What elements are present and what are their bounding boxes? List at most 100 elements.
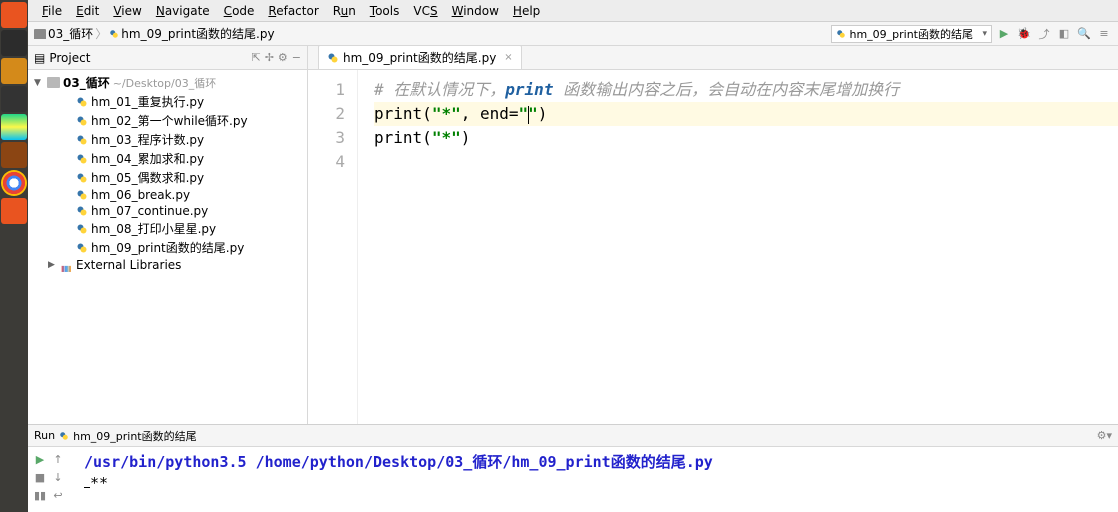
ide-window: File Edit View Navigate Code Refactor Ru… (28, 0, 1118, 512)
python-file-icon (76, 134, 88, 146)
external-libs-label: External Libraries (76, 258, 181, 272)
python-file-icon (327, 52, 339, 64)
menu-view[interactable]: View (107, 2, 147, 20)
code-content[interactable]: # 在默认情况下，print 函数输出内容之后，会自动在内容末尾增加换行 pri… (358, 70, 1118, 424)
editor-area: hm_09_print函数的结尾.py × 1 2 3 4 # 在默认情况下，p… (308, 46, 1118, 424)
toolbar-icon[interactable]: ⤴ (1036, 26, 1052, 42)
tree-root-label: 03_循环 (63, 74, 110, 91)
wrap-icon[interactable]: ↩ (50, 487, 66, 503)
breadcrumb-folder[interactable]: 03_循环 (48, 25, 93, 42)
menu-refactor[interactable]: Refactor (262, 2, 324, 20)
launcher-terminal-icon[interactable] (1, 30, 27, 56)
breadcrumb: 03_循环 〉 hm_09_print函数的结尾.py (34, 25, 275, 42)
rerun-button[interactable]: ▶ (32, 451, 48, 467)
menu-navigate[interactable]: Navigate (150, 2, 216, 20)
line-number: 1 (308, 78, 345, 102)
run-config-label: hm_09_print函数的结尾 (849, 26, 973, 42)
run-panel-title: Run (34, 429, 55, 442)
menu-vcs[interactable]: VCS (407, 2, 443, 20)
project-pane-icon: ▤ (34, 51, 45, 65)
tree-file[interactable]: hm_03_程序计数.py (28, 130, 307, 149)
tree-file[interactable]: hm_06_break.py (28, 187, 307, 203)
down-icon[interactable]: ↓ (50, 469, 66, 485)
menu-window[interactable]: Window (446, 2, 505, 20)
file-label: hm_08_打印小星星.py (91, 220, 216, 237)
pause-icon[interactable]: ▮▮ (32, 487, 48, 503)
launcher-chrome-icon[interactable] (1, 170, 27, 196)
run-toolbar: ▶ ↑ ■ ↓ ▮▮ ↩ (28, 447, 76, 512)
tree-file[interactable]: hm_04_累加求和.py (28, 149, 307, 168)
libraries-icon (61, 260, 73, 270)
debug-button[interactable]: 🐞 (1016, 26, 1032, 42)
code-editor[interactable]: 1 2 3 4 # 在默认情况下，print 函数输出内容之后，会自动在内容末尾… (308, 70, 1118, 424)
code-line[interactable]: # 在默认情况下，print 函数输出内容之后，会自动在内容末尾增加换行 (374, 78, 1118, 102)
folder-icon (47, 77, 60, 88)
line-number: 3 (308, 126, 345, 150)
run-output[interactable]: /usr/bin/python3.5 /home/python/Desktop/… (76, 447, 1118, 512)
up-icon[interactable]: ↑ (50, 451, 66, 467)
file-label: hm_05_偶数求和.py (91, 169, 204, 186)
python-file-icon (76, 172, 88, 184)
settings-icon[interactable]: ✢ (265, 51, 274, 64)
search-button[interactable]: 🔍 (1076, 26, 1092, 42)
toolbar-icon[interactable]: ◧ (1056, 26, 1072, 42)
python-file-icon (109, 29, 119, 39)
menu-code[interactable]: Code (218, 2, 261, 20)
editor-tab[interactable]: hm_09_print函数的结尾.py × (318, 45, 522, 69)
menu-tools[interactable]: Tools (364, 2, 406, 20)
tree-file[interactable]: hm_01_重复执行.py (28, 92, 307, 111)
python-file-icon (76, 96, 88, 108)
launcher-app-icon[interactable] (1, 86, 27, 112)
launcher-files-icon[interactable] (1, 58, 27, 84)
code-line[interactable]: print("*", end="") (374, 102, 1118, 126)
code-line[interactable] (374, 150, 1118, 174)
run-panel: Run hm_09_print函数的结尾 ⚙▾ ▶ ↑ ■ ↓ ▮▮ ↩ (28, 424, 1118, 512)
run-config-name: hm_09_print函数的结尾 (73, 428, 197, 444)
tree-file[interactable]: hm_08_打印小星星.py (28, 219, 307, 238)
breadcrumb-file[interactable]: hm_09_print函数的结尾.py (121, 25, 274, 42)
python-icon (59, 431, 69, 441)
project-pane-title: Project (49, 51, 90, 65)
file-label: hm_01_重复执行.py (91, 93, 204, 110)
expand-arrow-icon[interactable]: ▼ (34, 78, 44, 88)
editor-tabs: hm_09_print函数的结尾.py × (308, 46, 1118, 70)
file-label: hm_04_累加求和.py (91, 150, 204, 167)
tree-file[interactable]: hm_05_偶数求和.py (28, 168, 307, 187)
launcher-app-icon[interactable] (1, 142, 27, 168)
menu-help[interactable]: Help (507, 2, 546, 20)
line-number: 2 (308, 102, 345, 126)
python-file-icon (76, 189, 88, 201)
gear-icon[interactable]: ⚙▾ (1097, 429, 1112, 442)
collapse-icon[interactable]: ⇱ (251, 51, 260, 64)
gear-icon[interactable]: ⚙ (278, 51, 288, 64)
menu-run[interactable]: Run (327, 2, 362, 20)
stop-button[interactable]: ■ (32, 469, 48, 485)
project-tree: ▼ 03_循环 ~/Desktop/03_循环 hm_01_重复执行.pyhm_… (28, 70, 307, 424)
ubuntu-launcher (0, 0, 28, 512)
breadcrumb-separator: 〉 (95, 25, 107, 42)
expand-arrow-icon[interactable]: ▶ (48, 260, 58, 270)
python-file-icon (76, 153, 88, 165)
tree-root[interactable]: ▼ 03_循环 ~/Desktop/03_循环 (28, 73, 307, 92)
launcher-ubuntu-icon[interactable] (1, 2, 27, 28)
run-config-select[interactable]: hm_09_print函数的结尾 (831, 25, 992, 43)
run-command-line: /usr/bin/python3.5 /home/python/Desktop/… (84, 451, 1110, 472)
run-button[interactable]: ▶ (996, 26, 1012, 42)
hide-icon[interactable]: − (292, 51, 301, 64)
close-icon[interactable]: × (504, 52, 512, 63)
tree-file[interactable]: hm_02_第一个while循环.py (28, 111, 307, 130)
tree-file[interactable]: hm_09_print函数的结尾.py (28, 238, 307, 257)
code-line[interactable]: print("*") (374, 126, 1118, 150)
launcher-app-icon[interactable] (1, 198, 27, 224)
file-label: hm_09_print函数的结尾.py (91, 239, 244, 256)
launcher-pycharm-icon[interactable] (1, 114, 27, 140)
toolbar-icon[interactable]: ≡ (1096, 26, 1112, 42)
tree-external-libs[interactable]: ▶ External Libraries (28, 257, 307, 273)
menu-bar: File Edit View Navigate Code Refactor Ru… (28, 0, 1118, 22)
python-icon (836, 29, 846, 39)
menu-file[interactable]: File (36, 2, 68, 20)
menu-edit[interactable]: Edit (70, 2, 105, 20)
gutter: 1 2 3 4 (308, 70, 358, 424)
project-sidebar: ▤ Project ⇱ ✢ ⚙ − ▼ 03_循环 ~/Desktop/03_循… (28, 46, 308, 424)
tree-file[interactable]: hm_07_continue.py (28, 203, 307, 219)
